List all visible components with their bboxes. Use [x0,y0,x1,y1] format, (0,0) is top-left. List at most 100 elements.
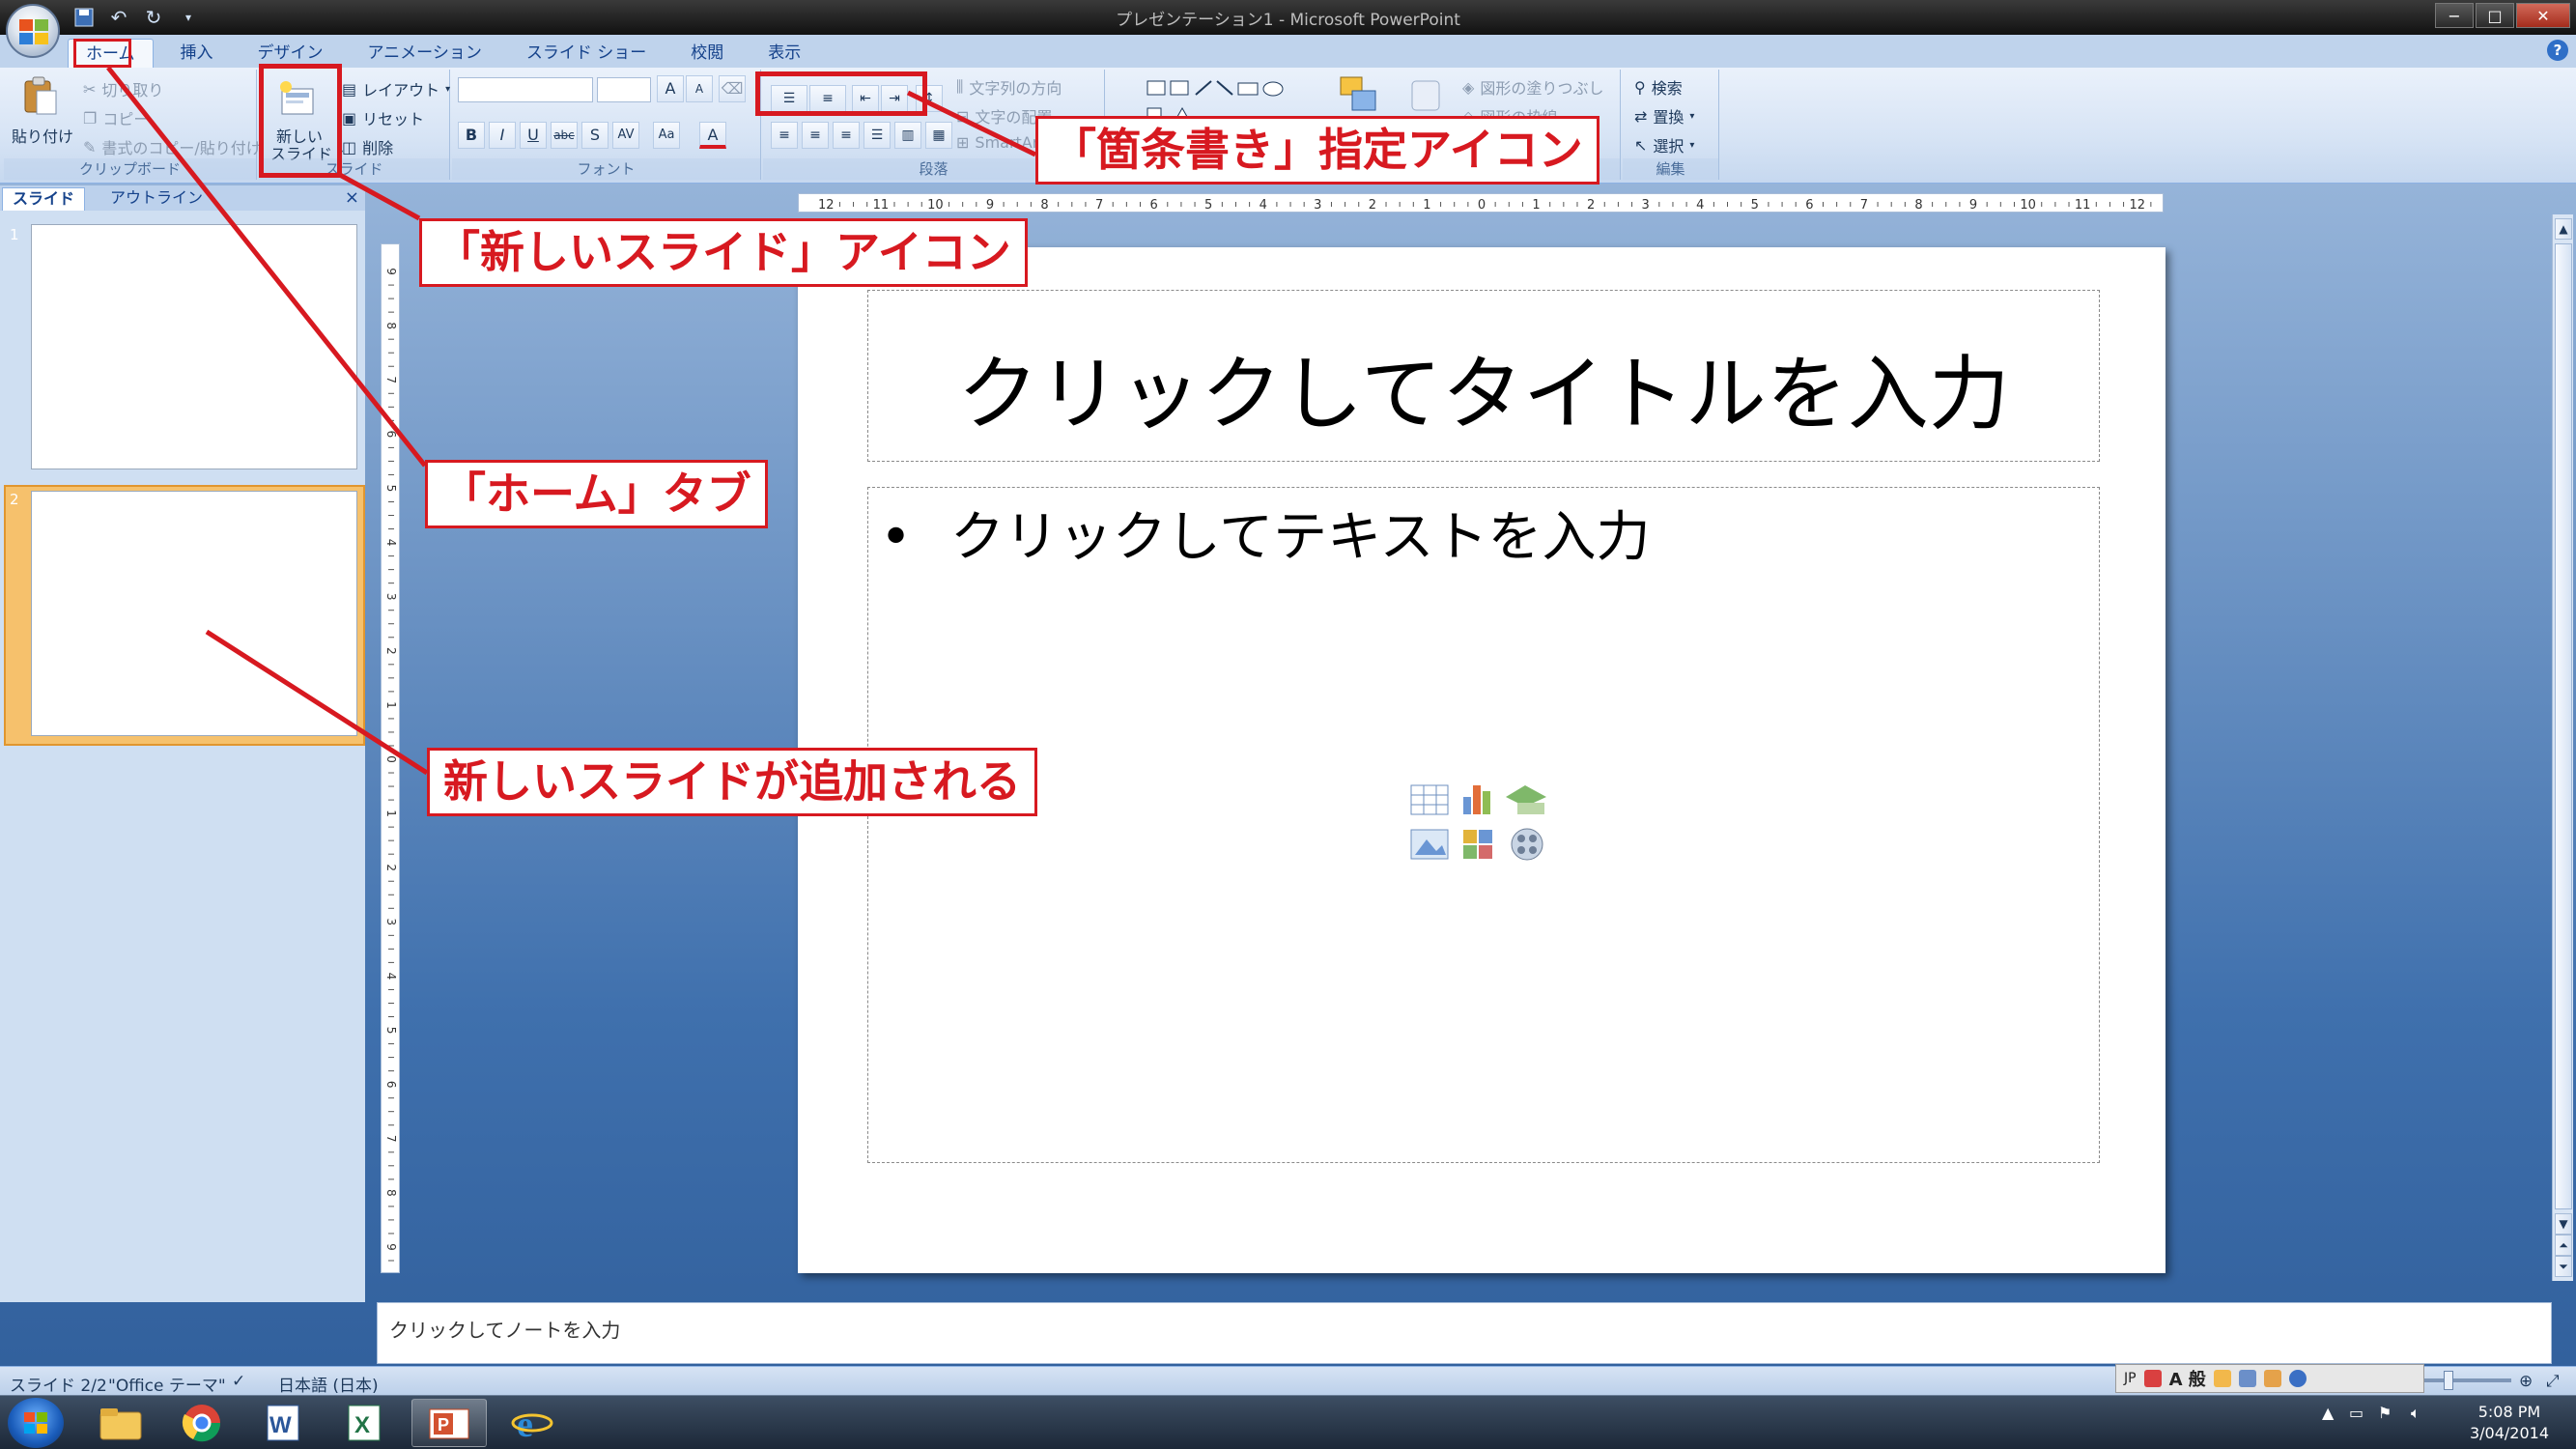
insert-clipart-icon[interactable] [1463,830,1492,859]
zoom-in-icon[interactable]: ⊕ [2519,1372,2533,1391]
close-button[interactable]: ✕ [2516,3,2570,28]
language-bar: JP A 般 [2115,1364,2424,1393]
layout-button[interactable]: ▤ レイアウト ▾ [342,77,450,100]
tab-slides[interactable]: スライド [2,187,86,211]
scroll-up-button[interactable]: ▲ [2555,218,2572,240]
volume-icon[interactable]: 🔈︎ [2411,1404,2420,1423]
ime-dictionary-icon[interactable] [2263,1370,2281,1387]
grow-font-button[interactable]: A [657,75,684,102]
replace-icon: ⇄ [1634,106,1648,126]
start-button[interactable] [8,1398,64,1448]
help-icon[interactable]: ? [2547,40,2568,61]
align-center-icon[interactable]: ≡ [802,122,829,149]
cut-button[interactable]: ✂ 切り取り [83,77,163,100]
reset-button[interactable]: ▣ リセット [342,106,424,129]
ruler-tick-label: 11 [873,198,890,213]
font-size-field[interactable] [597,77,651,102]
ime-help-icon[interactable] [2288,1370,2307,1387]
arrange-icon[interactable] [1339,75,1381,118]
ime-tool-icon[interactable] [2238,1370,2256,1387]
spellcheck-icon[interactable]: ✓ [232,1372,245,1391]
next-slide-button[interactable]: ⏷ [2555,1256,2572,1277]
shrink-font-button[interactable]: A [686,75,713,102]
callout-bullets-icon: 「箇条書き」指定アイコン [1035,116,1599,185]
ime-pad-icon[interactable] [2213,1370,2231,1387]
ime-language[interactable]: JP [2124,1371,2137,1386]
paste-button[interactable]: 貼り付け [12,124,73,147]
clock[interactable]: 5:08 PM 3/04/2014 [2470,1402,2549,1444]
fit-to-window-icon[interactable]: ⤢ [2546,1372,2560,1391]
scissors-icon: ✂ [83,79,97,99]
ruler-tick-label: 6 [384,1081,398,1089]
insert-smartart-icon[interactable] [1506,785,1546,814]
insert-chart-icon[interactable] [1463,785,1490,814]
body-placeholder-label: クリックしてテキストを入力 [949,506,1651,569]
char-spacing-button[interactable]: AV [612,122,639,149]
copy-button[interactable]: ❐ コピー [83,106,149,129]
ime-input-mode[interactable]: A 般 [2169,1366,2206,1391]
scroll-down-button[interactable]: ▼ [2555,1213,2572,1235]
slide-thumbnail-2[interactable] [31,491,357,736]
columns-icon[interactable]: ▦ [925,122,952,149]
excel-icon[interactable]: X [326,1399,402,1447]
delete-button[interactable]: ◫ 削除 [342,135,393,158]
bold-button[interactable]: B [458,122,485,149]
slide-thumbnail-1[interactable] [31,224,357,469]
smartart-button[interactable]: ⊞ SmartArt [956,133,1045,152]
find-button[interactable]: ⚲ 検索 [1634,75,1683,99]
svg-text:e: e [517,1405,533,1444]
text-direction-button[interactable]: ⫼ 文字列の方向 [956,75,1062,99]
zoom-slider-knob[interactable] [2444,1371,2453,1390]
italic-button[interactable]: I [489,122,516,149]
replace-button[interactable]: ⇄ 置換 ▾ [1634,104,1694,128]
justify-icon[interactable]: ☰ [863,122,891,149]
tab-slideshow[interactable]: スライド ショー [509,39,664,68]
action-center-icon[interactable]: ⚑ [2378,1404,2392,1422]
underline-button[interactable]: U [520,122,547,149]
replace-label: 置換 [1653,108,1684,127]
clear-format-button[interactable]: ⌫ [719,75,746,102]
chrome-icon[interactable] [164,1399,240,1447]
tab-outline[interactable]: アウトライン [100,187,212,211]
previous-slide-button[interactable]: ⏶ [2555,1235,2572,1256]
powerpoint-icon[interactable]: P [411,1399,487,1447]
align-left-icon[interactable]: ≡ [771,122,798,149]
language-indicator[interactable]: 日本語 (日本) [278,1372,379,1396]
explorer-icon[interactable] [83,1399,158,1447]
insert-media-icon[interactable] [1511,828,1543,861]
network-icon[interactable]: ▭ [2349,1404,2364,1422]
notes-pane[interactable]: クリックしてノートを入力 [377,1302,2552,1364]
tab-review[interactable]: 校閲 [673,39,741,68]
close-icon[interactable]: × [345,187,359,208]
insert-table-icon[interactable] [1410,784,1449,815]
title-placeholder[interactable]: クリックしてタイトルを入力 [867,290,2100,462]
strikethrough-button[interactable]: abc [551,122,578,149]
font-name-field[interactable] [458,77,593,102]
change-case-button[interactable]: Aa [653,122,680,149]
paste-icon[interactable] [21,75,60,118]
insert-picture-icon[interactable] [1410,829,1449,860]
tab-animations[interactable]: アニメーション [351,39,499,68]
shadow-button[interactable]: S [581,122,609,149]
content-placeholder[interactable]: • クリックしてテキストを入力 [867,487,2100,1163]
align-right-icon[interactable]: ≡ [833,122,860,149]
ime-icon[interactable] [2143,1370,2162,1387]
tab-insert[interactable]: 挿入 [163,39,231,68]
minimize-button[interactable]: − [2435,3,2474,28]
select-button[interactable]: ↖ 選択 ▾ [1634,133,1694,156]
font-color-button[interactable]: A [699,122,726,149]
format-painter-button[interactable]: ✎ 書式のコピー/貼り付け [83,135,262,158]
quick-styles-icon[interactable] [1406,75,1445,118]
maximize-button[interactable]: □ [2476,3,2514,28]
word-icon[interactable]: W [245,1399,321,1447]
show-hidden-icons[interactable]: ▲ [2322,1404,2334,1422]
scroll-thumb[interactable] [2555,243,2572,1209]
tab-view[interactable]: 表示 [750,39,818,68]
shape-fill-button[interactable]: ◈ 図形の塗りつぶし [1462,75,1603,99]
distribute-icon[interactable]: ▥ [894,122,921,149]
layout-icon: ▤ [342,79,357,99]
ie-icon[interactable]: e [495,1399,570,1447]
office-button[interactable] [6,4,60,58]
vertical-scrollbar[interactable]: ▲ ▼ ⏶ ⏷ [2552,214,2573,1281]
ruler-tick-label: 2 [1369,198,1376,213]
